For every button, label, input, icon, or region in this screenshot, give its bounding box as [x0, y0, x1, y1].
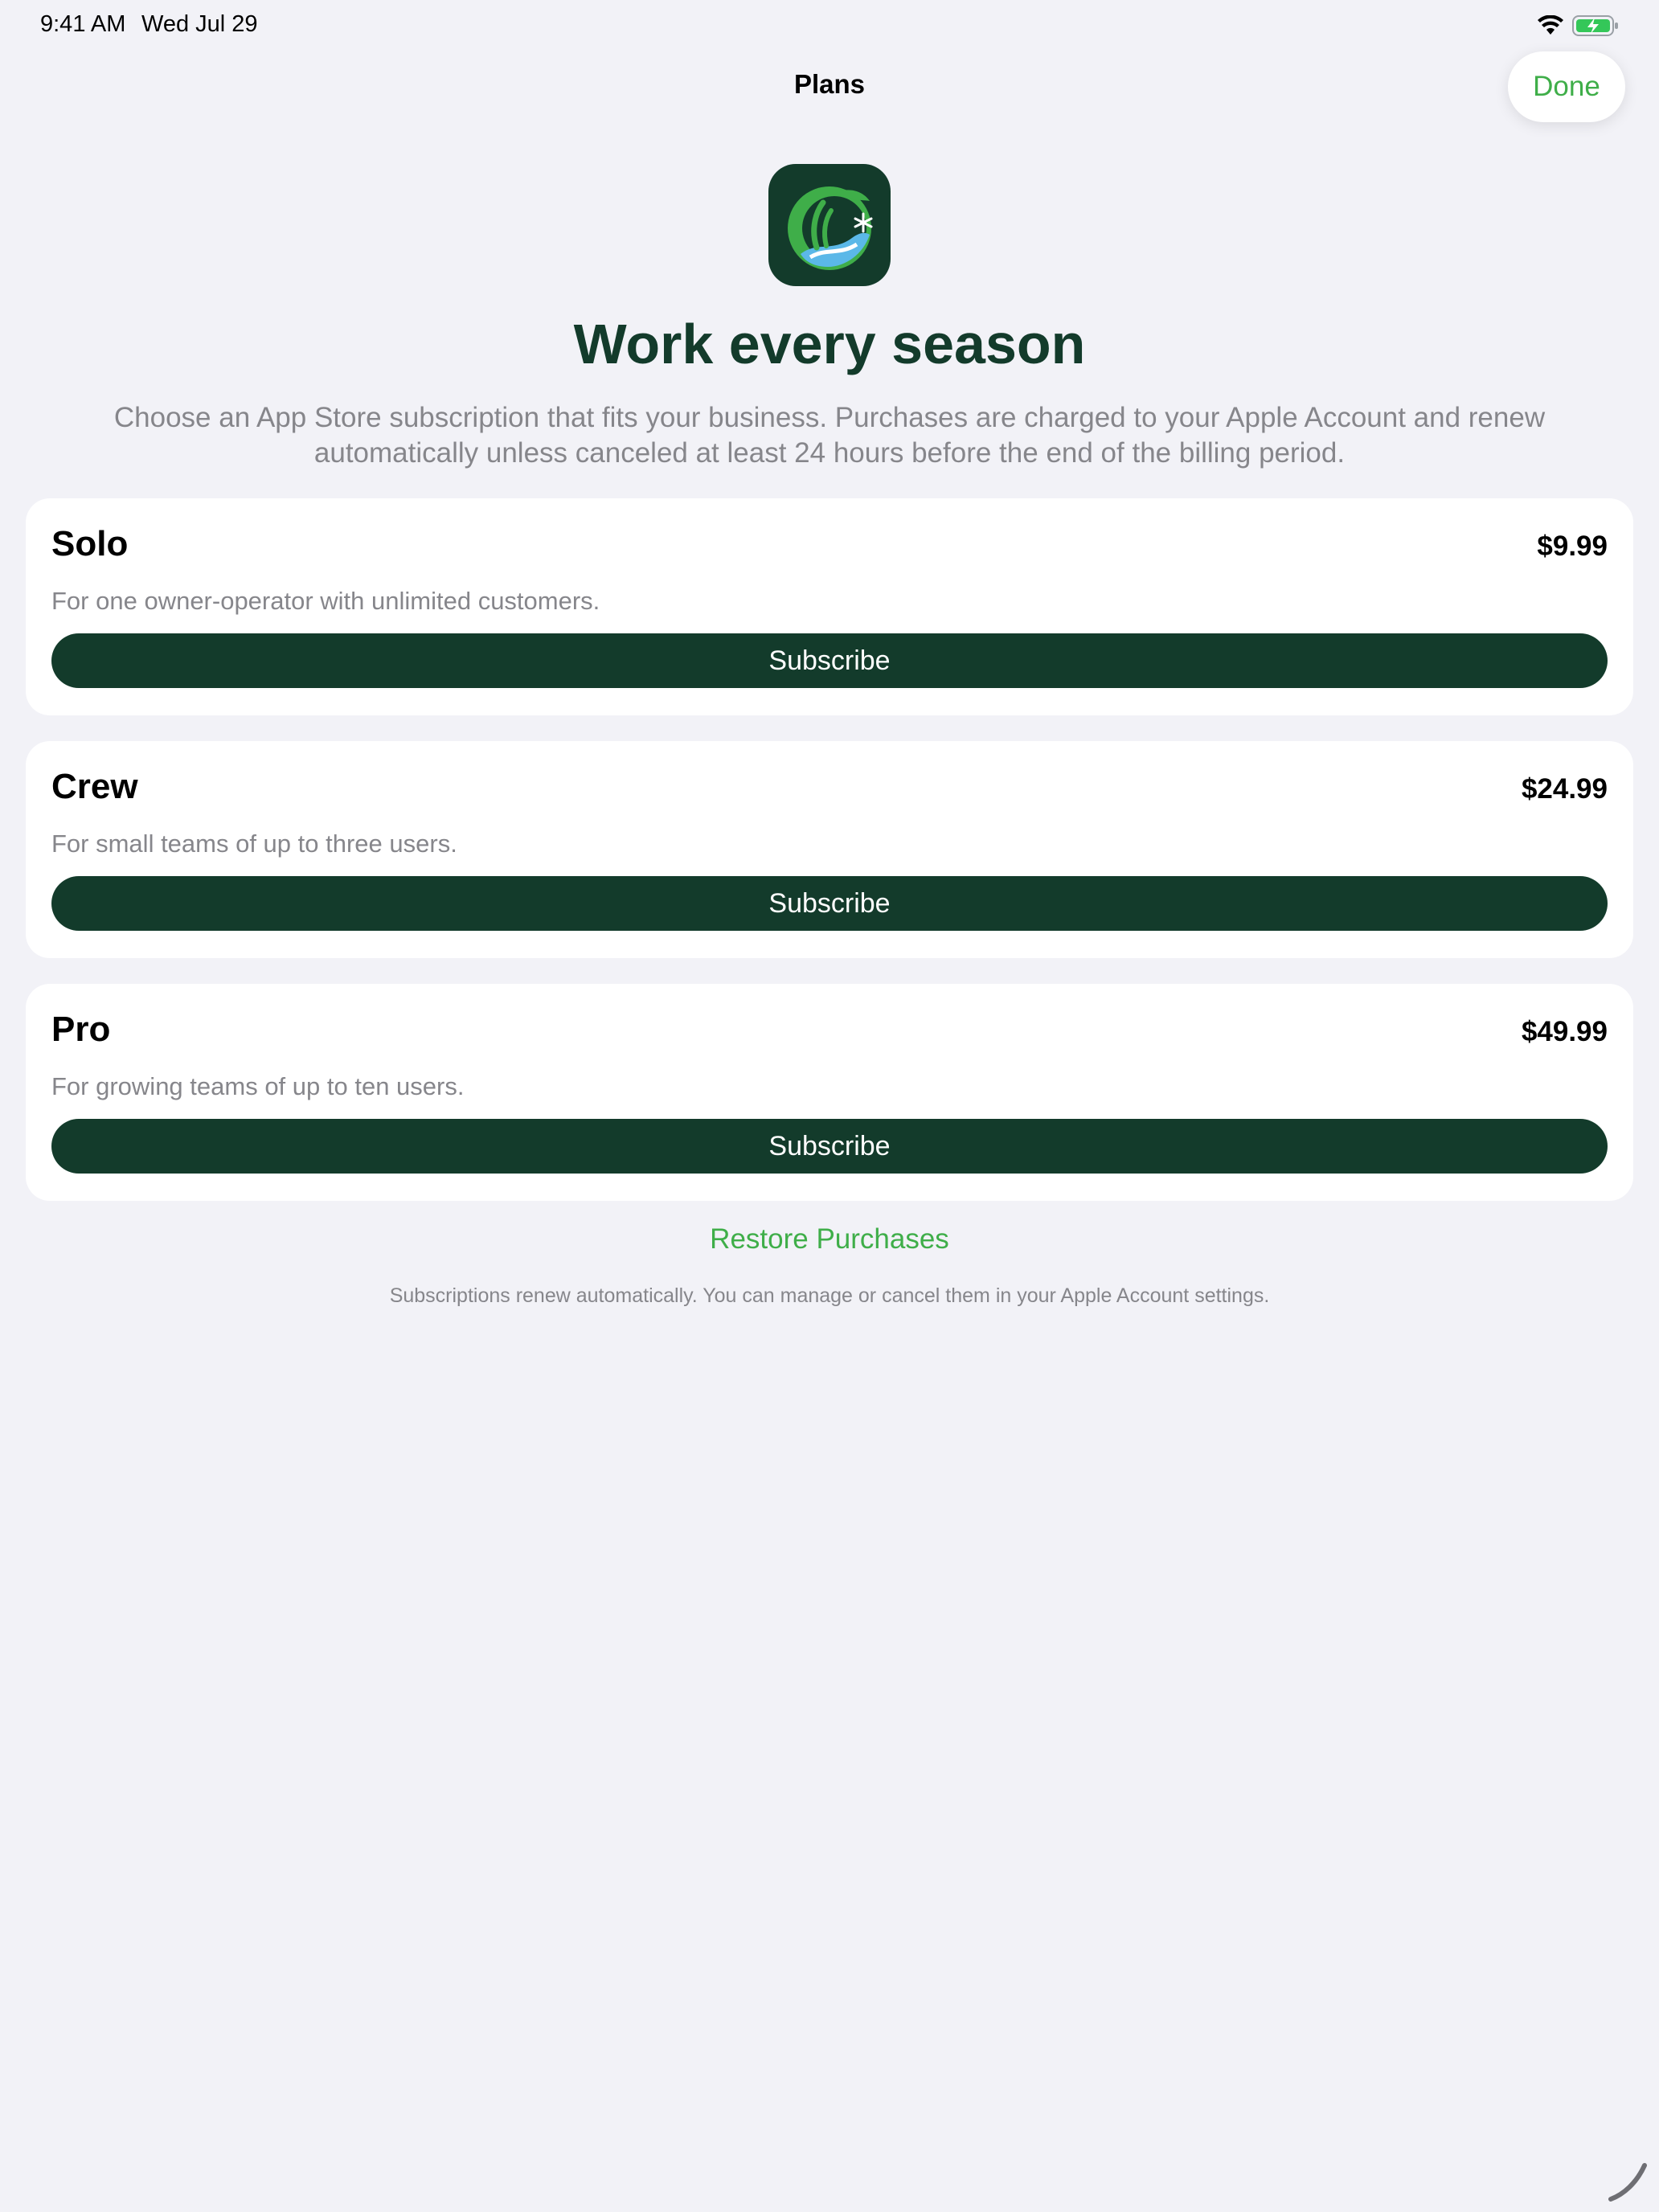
plan-description: For one owner-operator with unlimited cu… [51, 587, 600, 615]
wifi-icon [1537, 14, 1564, 40]
status-time: 9:41 AM [40, 11, 126, 37]
app-logo-icon [768, 164, 891, 286]
plan-card-crew: Crew $24.99 For small teams of up to thr… [26, 741, 1633, 958]
page-title: Plans [793, 69, 866, 99]
footnote: Subscriptions renew automatically. You c… [389, 1284, 1270, 1307]
status-icons [1537, 14, 1619, 41]
plan-price: $24.99 [1521, 773, 1608, 805]
plan-description: For growing teams of up to ten users. [51, 1072, 465, 1100]
subscribe-button-crew[interactable]: Subscribe [51, 876, 1608, 931]
plan-name: Pro [51, 1010, 111, 1049]
done-button[interactable]: Done [1508, 51, 1625, 122]
plan-name: Crew [51, 767, 138, 806]
plan-price: $9.99 [1537, 530, 1608, 562]
status-date: Wed Jul 29 [141, 11, 258, 37]
subscribe-button-solo[interactable]: Subscribe [51, 633, 1608, 688]
plan-description: For small teams of up to three users. [51, 830, 457, 858]
plan-price: $49.99 [1521, 1016, 1608, 1047]
resize-handle-icon[interactable] [1606, 2159, 1651, 2204]
intro-text: Choose an App Store subscription that fi… [113, 402, 1546, 469]
status-bar: 9:41 AM Wed Jul 29 [0, 0, 1659, 51]
plan-card-solo: Solo $9.99 For one owner-operator with u… [26, 498, 1633, 715]
headline: Work every season [573, 313, 1086, 375]
restore-purchases-link[interactable]: Restore Purchases [0, 1223, 1659, 1256]
subscribe-button-pro[interactable]: Subscribe [51, 1119, 1608, 1174]
plans-list: Solo $9.99 For one owner-operator with u… [26, 498, 1633, 1227]
plan-card-pro: Pro $49.99 For growing teams of up to te… [26, 984, 1633, 1201]
battery-charging-icon [1572, 14, 1619, 41]
plan-name: Solo [51, 524, 129, 563]
